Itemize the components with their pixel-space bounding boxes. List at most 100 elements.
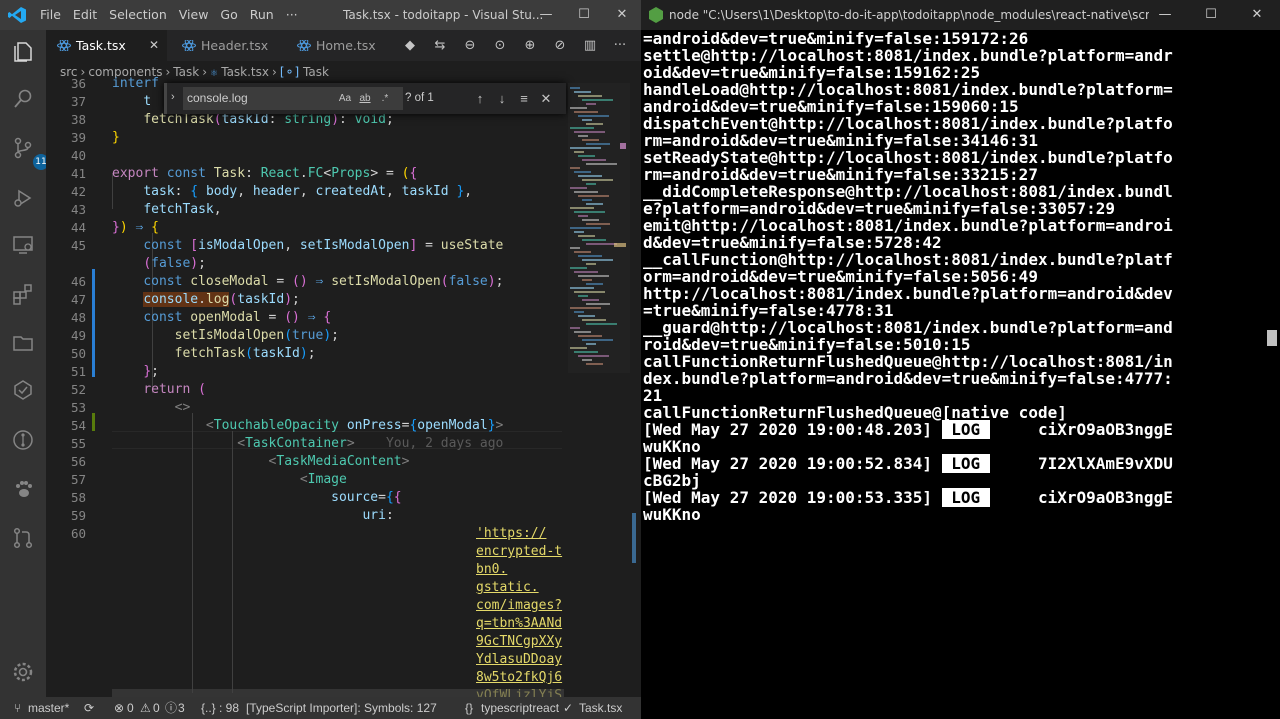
url-string-line[interactable]: q=tbn%3AANd: [476, 615, 562, 633]
menu-file[interactable]: File: [34, 0, 67, 30]
menu-run[interactable]: Run: [244, 0, 280, 30]
log-message-continued: wuKKno: [643, 437, 701, 456]
explorer-icon[interactable]: [9, 38, 37, 66]
remote-explorer-icon[interactable]: [9, 231, 37, 259]
breadcrumb-task-folder[interactable]: Task: [173, 65, 199, 79]
git-branch[interactable]: master*: [28, 697, 69, 719]
console-output[interactable]: =android&dev=true&minify=false:159172:26…: [643, 30, 1263, 719]
log-entry: [Wed May 27 2020 19:00:53.335] LOG ciXrO…: [643, 488, 1173, 507]
branch-icon: ⑂: [14, 701, 22, 715]
run-debug-icon[interactable]: [9, 184, 37, 212]
console-maximize-button[interactable]: ☐: [1188, 0, 1234, 30]
warning-count[interactable]: 0: [153, 697, 160, 719]
pull-requests-icon[interactable]: [9, 524, 37, 552]
minimap[interactable]: [568, 83, 630, 697]
code-line-43: fetchTask,: [143, 202, 222, 217]
prettier-file[interactable]: Task.tsx: [579, 697, 622, 719]
tab-home-tsx[interactable]: Home.tsx: [286, 30, 386, 61]
code-editor[interactable]: 36 37 38 39 40 41 42 43 44 45 46 47 48 49 50 51 52 53 54 55…: [46, 76, 641, 703]
typescript-importer-status[interactable]: [TypeScript Importer]: Symbols: 127: [246, 697, 437, 719]
maximize-button[interactable]: ☐: [565, 0, 603, 30]
code-line-58: source={{: [331, 490, 402, 505]
log-message: ciXrO9aOB3nggE: [1037, 488, 1173, 507]
console-minimize-button[interactable]: —: [1142, 0, 1188, 30]
console-window: node "C:\Users\1\Desktop\to-do-it-app\to…: [641, 0, 1280, 719]
next-match-icon[interactable]: ↓: [491, 91, 513, 106]
close-window-button[interactable]: ✕: [603, 0, 641, 30]
code-line-47: console.log(taskId);: [143, 292, 300, 307]
menu-view[interactable]: View: [173, 0, 215, 30]
hint-count[interactable]: 3: [178, 697, 185, 719]
console-line: =android&dev=true&minify=false:159172:26: [643, 29, 1029, 48]
code-token: openModal: [190, 310, 261, 325]
console-close-button[interactable]: ✕: [1234, 0, 1280, 30]
activity-bar: 11: [0, 30, 49, 697]
compare-icon[interactable]: ◆: [395, 38, 425, 53]
code-content[interactable]: interf t fetchTask(taskId: string): void…: [112, 76, 568, 703]
source-control-icon[interactable]: 11: [9, 134, 49, 170]
match-case-icon[interactable]: Aa: [335, 93, 355, 104]
editor-tabs: Task.tsx ✕ Header.tsx Home.tsx ◆ ⇆ ⊖ ⊙ ⊕…: [46, 30, 641, 61]
horizontal-scrollbar[interactable]: [112, 689, 564, 697]
menu-go[interactable]: Go: [214, 0, 243, 30]
previous-change-icon[interactable]: ⊖: [455, 38, 485, 53]
line-number: 39: [70, 130, 86, 145]
line-number: 50: [70, 346, 86, 361]
close-tab-icon[interactable]: ✕: [149, 30, 159, 61]
sync-icon[interactable]: ⟳: [84, 697, 94, 719]
url-string-line[interactable]: 'https://: [476, 525, 546, 543]
testing-icon[interactable]: [9, 376, 37, 404]
url-string-line[interactable]: gstatic.: [476, 579, 539, 597]
split-editor-icon[interactable]: ▥: [575, 38, 605, 53]
match-word-icon[interactable]: ab: [355, 93, 375, 104]
url-string-line[interactable]: bn0.: [476, 561, 507, 579]
code-line-57: <Image: [299, 472, 347, 487]
tab-label: Header.tsx: [201, 38, 269, 53]
code-line-46: const closeModal = () ⇒ setIsModalOpen(f…: [143, 274, 504, 289]
breadcrumb-task-file[interactable]: Task.tsx: [221, 65, 269, 79]
log-badge: LOG: [941, 454, 990, 473]
search-icon[interactable]: [9, 85, 37, 113]
breadcrumb-task-symbol[interactable]: Task: [303, 65, 329, 79]
tab-task-tsx[interactable]: Task.tsx ✕: [46, 30, 167, 61]
tab-header-tsx[interactable]: Header.tsx: [171, 30, 281, 61]
toggle-replace-icon[interactable]: ›: [171, 91, 175, 103]
url-string-line[interactable]: com/images?: [476, 597, 562, 615]
blame-icon[interactable]: ⊘: [545, 38, 575, 53]
folder-icon[interactable]: [9, 329, 37, 357]
url-string-line[interactable]: encrypted-t: [476, 543, 562, 561]
settings-gear-icon[interactable]: [9, 658, 37, 686]
console-title: node "C:\Users\1\Desktop\to-do-it-app\to…: [669, 8, 1149, 22]
menu-edit[interactable]: Edit: [67, 0, 103, 30]
menu-more[interactable]: ···: [280, 0, 304, 30]
code-line-48: const openModal = () ⇒ {: [143, 310, 332, 325]
next-change-icon[interactable]: ⊕: [515, 38, 545, 53]
code-line-59: uri:: [362, 508, 394, 523]
menu-selection[interactable]: Selection: [103, 0, 173, 30]
url-string-line[interactable]: YdlasuDDoay: [476, 651, 562, 669]
vertical-scrollbar[interactable]: [630, 83, 641, 697]
previous-match-icon[interactable]: ↑: [469, 91, 491, 106]
git-graph-icon[interactable]: [9, 426, 37, 454]
line-number: 51: [70, 364, 86, 379]
window-title: Task.tsx - todoitapp - Visual Stu...: [343, 8, 544, 22]
close-find-icon[interactable]: ✕: [535, 91, 557, 107]
regex-icon[interactable]: .*: [375, 93, 395, 104]
more-actions-icon[interactable]: ···: [605, 38, 635, 53]
extensions-icon[interactable]: [9, 280, 37, 308]
language-mode[interactable]: typescriptreact: [481, 697, 559, 719]
git-changes-icon[interactable]: ⇆: [425, 38, 455, 53]
error-count[interactable]: 0: [127, 697, 134, 719]
code-token: const: [143, 238, 183, 253]
code-token: body: [205, 184, 238, 199]
paw-icon[interactable]: [9, 475, 37, 503]
scrollbar-thumb[interactable]: [1267, 330, 1277, 346]
console-scrollbar[interactable]: [1263, 30, 1280, 719]
find-in-selection-icon[interactable]: ≡: [513, 91, 535, 106]
minimize-button[interactable]: —: [527, 0, 565, 30]
url-string-line[interactable]: 8w5to2fkQj6: [476, 669, 562, 687]
timeline-icon[interactable]: ⊙: [485, 38, 515, 53]
code-token: Image: [307, 472, 347, 487]
url-string-line[interactable]: 9GcTNCgpXXy: [476, 633, 562, 651]
cursor-position[interactable]: {..} : 98: [201, 697, 239, 719]
